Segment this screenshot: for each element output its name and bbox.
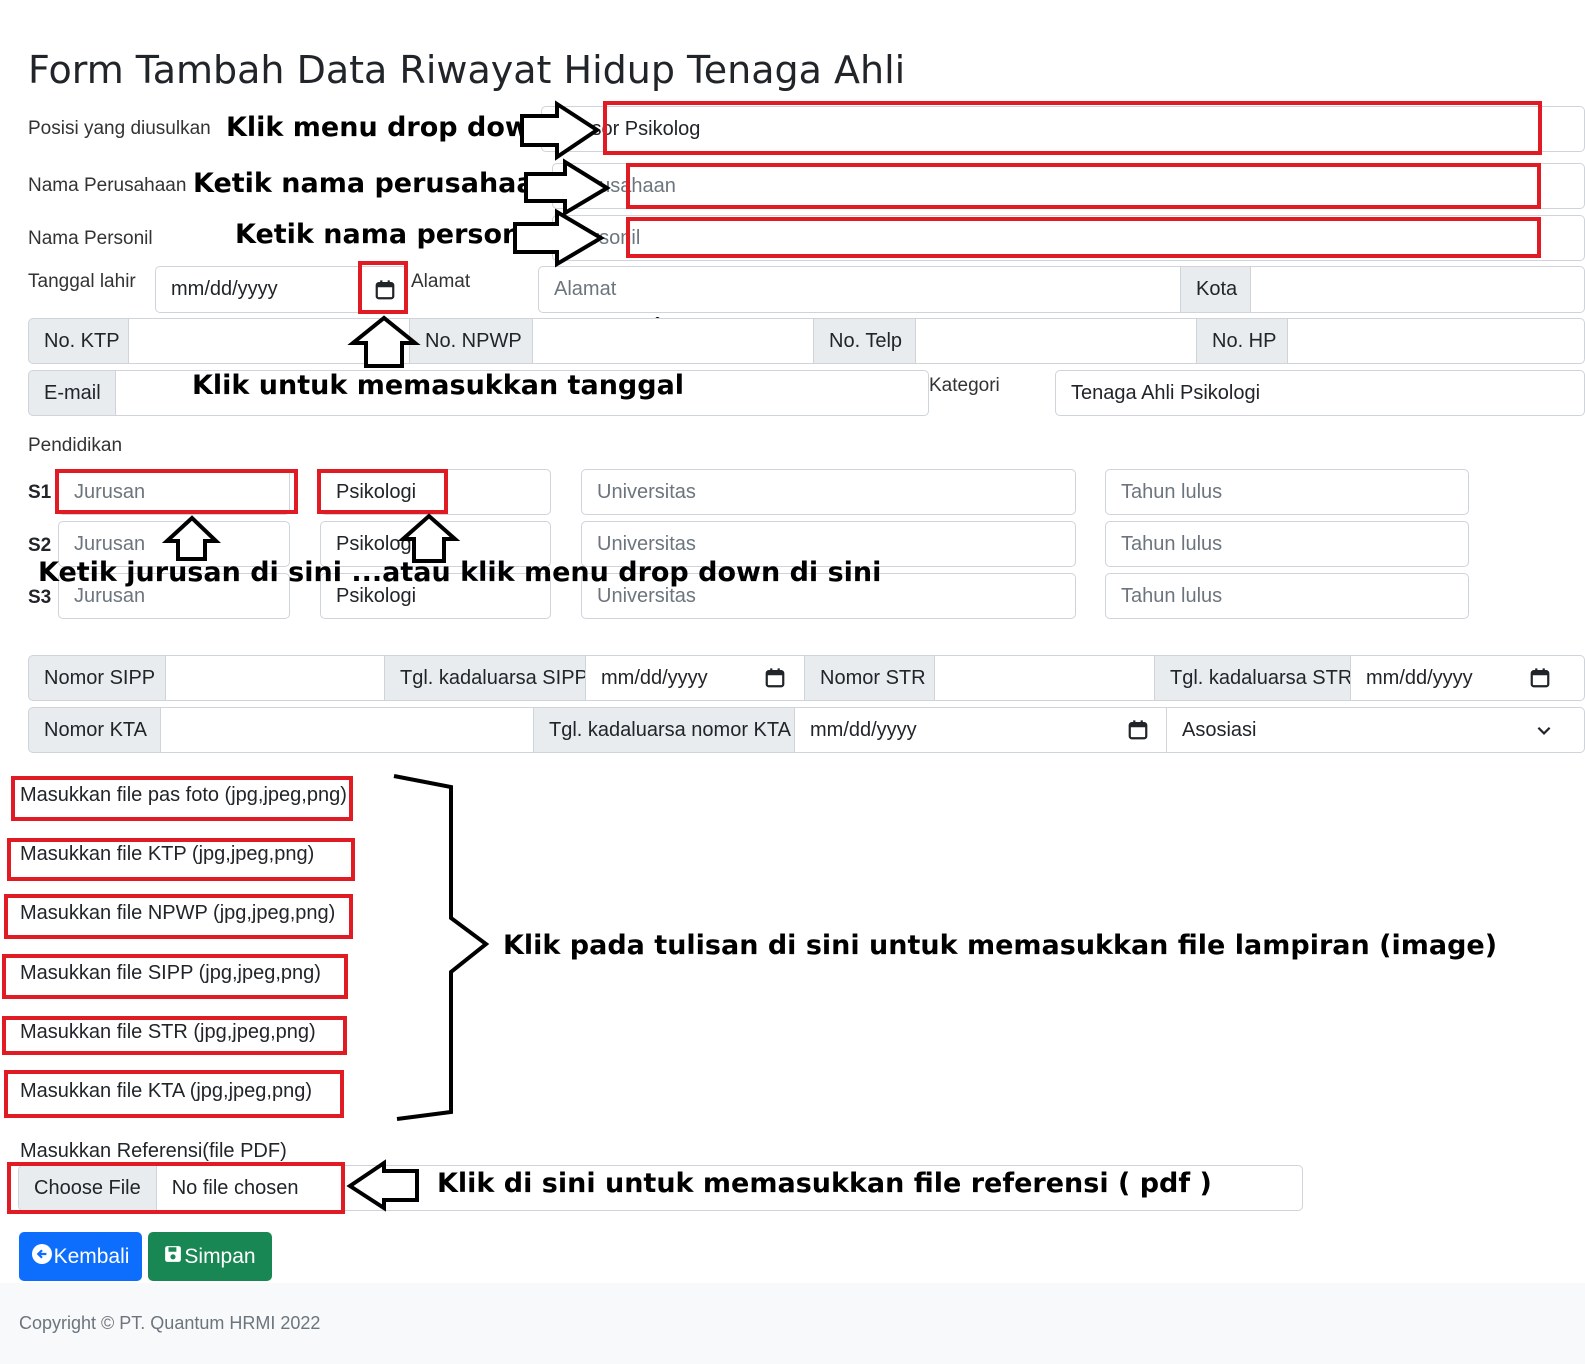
curly-brace-icon xyxy=(393,774,490,1121)
right-arrow-icon xyxy=(520,100,601,161)
up-arrow-icon xyxy=(397,513,461,563)
up-arrow-icon xyxy=(161,515,221,561)
right-arrow-icon xyxy=(513,208,605,268)
right-arrow-icon xyxy=(524,158,611,217)
left-arrow-icon xyxy=(346,1159,419,1212)
up-arrow-icon xyxy=(347,315,421,368)
annotation-arrows xyxy=(161,100,611,1212)
